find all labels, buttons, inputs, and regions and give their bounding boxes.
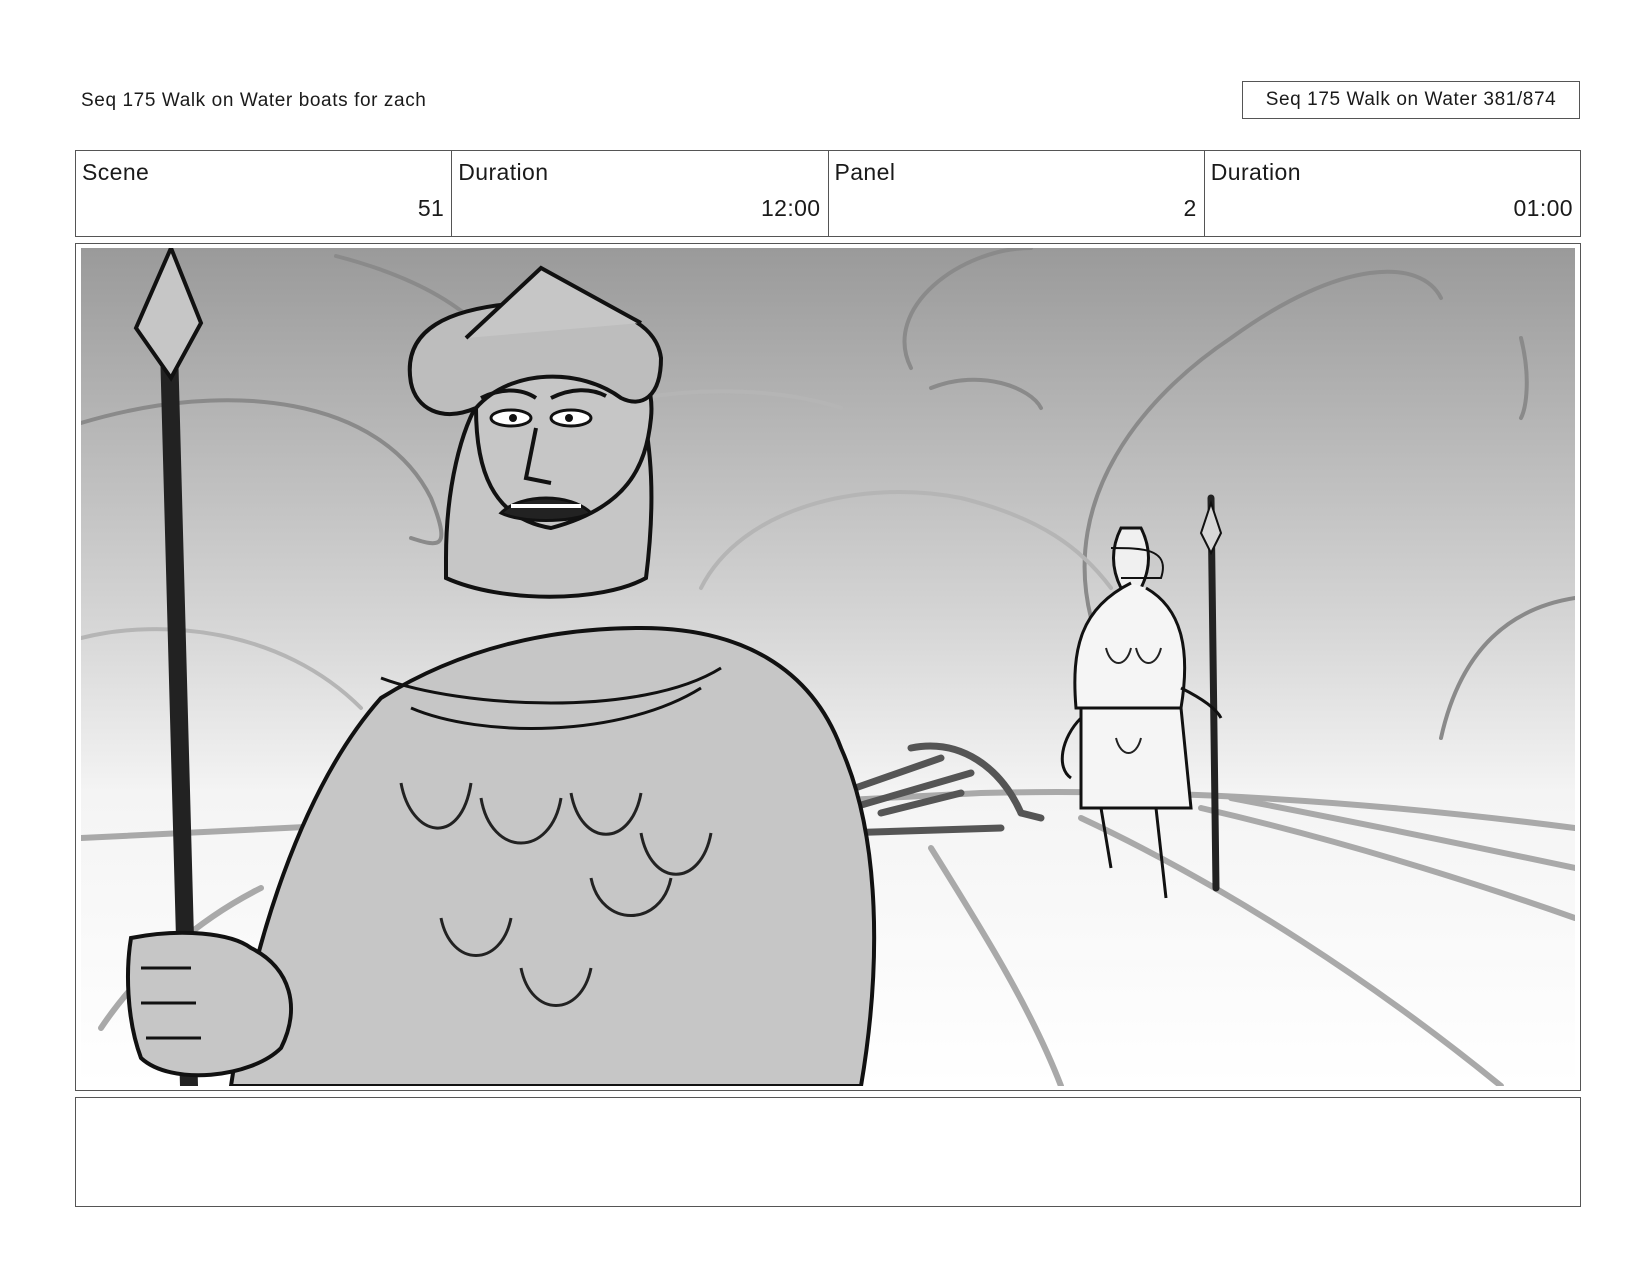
panel-duration-value: 01:00 (1513, 195, 1573, 221)
scene-info-table: Scene 51 Duration 12:00 Panel 2 Duration… (75, 150, 1581, 237)
document-title: Seq 175 Walk on Water boats for zach (81, 90, 427, 111)
storyboard-panel-frame (75, 243, 1581, 1091)
scene-cell: Scene 51 (76, 151, 453, 236)
panel-notes-box (75, 1097, 1581, 1207)
storyboard-sketch (81, 248, 1575, 1086)
panel-cell: Panel 2 (829, 151, 1205, 236)
panel-duration-cell: Duration 01:00 (1205, 151, 1580, 236)
panel-value: 2 (1183, 195, 1197, 221)
panel-label: Panel (834, 159, 896, 185)
panel-duration-label: Duration (1210, 159, 1301, 185)
scene-value: 51 (417, 195, 445, 221)
scene-label: Scene (82, 159, 150, 185)
scene-duration-value: 12:00 (760, 195, 821, 221)
page-counter: Seq 175 Walk on Water 381/874 (1242, 81, 1580, 119)
scene-duration-cell: Duration 12:00 (452, 151, 829, 236)
scene-duration-label: Duration (458, 159, 549, 185)
